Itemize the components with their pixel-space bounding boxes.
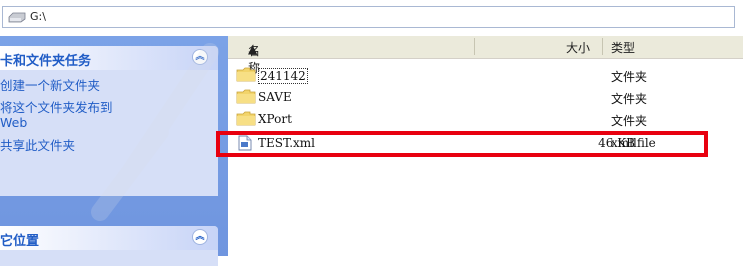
address-bar-area: G:\ bbox=[0, 0, 743, 34]
column-header: 名称 ▲ 大小 类型 bbox=[228, 36, 743, 75]
address-path: G:\ bbox=[30, 10, 46, 23]
folder-icon bbox=[236, 67, 256, 82]
column-divider[interactable] bbox=[602, 38, 603, 55]
column-size[interactable]: 大小 bbox=[566, 39, 590, 56]
sort-ascending-icon: ▲ bbox=[248, 42, 258, 56]
file-row[interactable]: XPort 文件夹 bbox=[228, 110, 743, 128]
file-name[interactable]: 241142 bbox=[258, 68, 308, 84]
other-places-group: 它位置 ︽ bbox=[0, 226, 218, 266]
task-publish-web[interactable]: 将这个文件夹发布到 Web bbox=[0, 100, 113, 130]
file-name[interactable]: SAVE bbox=[258, 90, 292, 104]
task-share-folder[interactable]: 共享此文件夹 bbox=[0, 138, 75, 153]
folder-icon bbox=[236, 89, 256, 104]
collapse-icon[interactable]: ︽ bbox=[192, 229, 208, 245]
file-type: 文件夹 bbox=[611, 70, 648, 84]
folder-icon bbox=[236, 111, 256, 126]
file-tasks-header[interactable]: 卡和文件夹任务 ︽ bbox=[0, 46, 218, 70]
file-type: xmllfile bbox=[611, 136, 656, 150]
file-tasks-group: 卡和文件夹任务 ︽ 创建一个新文件夹 将这个文件夹发布到 Web 共享此文件夹 bbox=[0, 46, 218, 196]
column-divider[interactable] bbox=[474, 38, 475, 55]
file-tasks-title: 卡和文件夹任务 bbox=[0, 54, 92, 69]
task-new-folder[interactable]: 创建一个新文件夹 bbox=[0, 78, 100, 93]
task-pane: 卡和文件夹任务 ︽ 创建一个新文件夹 将这个文件夹发布到 Web 共享此文件夹 … bbox=[0, 36, 228, 266]
file-row[interactable]: SAVE 文件夹 bbox=[228, 88, 743, 106]
file-type: 文件夹 bbox=[611, 92, 648, 106]
other-places-title: 它位置 bbox=[0, 234, 40, 249]
file-name[interactable]: XPort bbox=[258, 112, 292, 126]
drive-icon bbox=[8, 12, 26, 23]
collapse-icon[interactable]: ︽ bbox=[192, 49, 208, 65]
address-bar[interactable]: G:\ bbox=[2, 6, 735, 28]
other-places-header[interactable]: 它位置 ︽ bbox=[0, 226, 218, 250]
file-row[interactable]: 241142 文件夹 bbox=[228, 66, 743, 84]
file-name[interactable]: TEST.xml bbox=[258, 136, 315, 150]
file-list: 名称 ▲ 大小 类型 241142 文件夹 SAVE 文件夹 XPort 文件夹 bbox=[228, 36, 743, 256]
file-type: 文件夹 bbox=[611, 114, 648, 128]
xml-file-icon bbox=[238, 135, 252, 151]
column-type[interactable]: 类型 bbox=[611, 39, 635, 56]
file-row[interactable]: TEST.xml 46 KB xmllfile bbox=[228, 134, 743, 152]
